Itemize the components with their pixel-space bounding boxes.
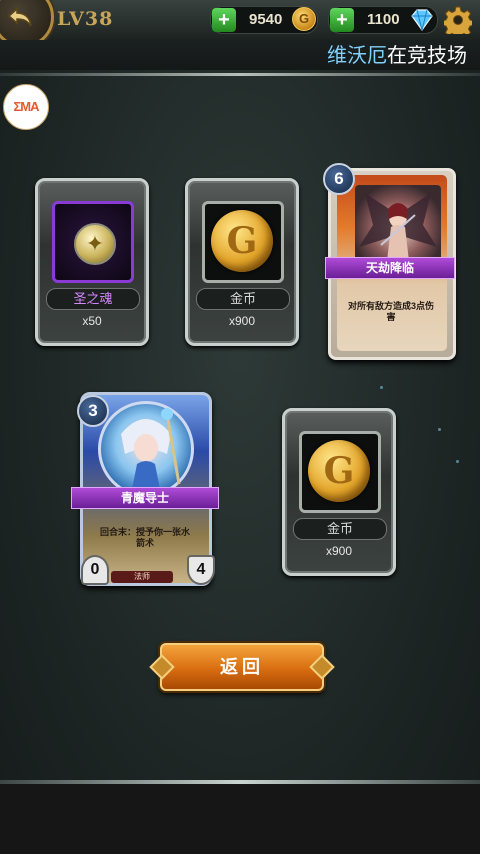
reward-icon-frame: ✦ bbox=[52, 201, 134, 283]
back-arrow-icon bbox=[7, 7, 32, 27]
reward-quantity: x900 bbox=[325, 544, 353, 558]
reward-icon-frame: G bbox=[299, 431, 381, 513]
minion-card-attack: 0 bbox=[81, 555, 109, 585]
sparkle bbox=[456, 460, 459, 463]
diamond-icon bbox=[411, 9, 433, 32]
spell-card-cost: 6 bbox=[323, 163, 355, 195]
coin-icon: G bbox=[292, 7, 316, 31]
add-gems-button[interactable]: + bbox=[330, 8, 354, 32]
holy-soul-icon: ✦ bbox=[74, 223, 116, 265]
marquee-text: 在竞技场 bbox=[387, 43, 467, 67]
blue-mage-art bbox=[121, 408, 181, 494]
minion-card-class: 法师 bbox=[111, 571, 173, 583]
reward-name: 圣之魂 bbox=[46, 288, 140, 310]
spell-card-art bbox=[355, 185, 441, 265]
announcement-marquee: 维沃厄在竞技场 bbox=[327, 39, 467, 68]
add-coins-button[interactable]: + bbox=[212, 8, 236, 32]
minion-card-description: 回合末：授予你一张水箭术 bbox=[99, 527, 190, 548]
gem-amount: 1100 bbox=[367, 11, 400, 28]
player-level: LV38 bbox=[57, 8, 114, 30]
header-divider bbox=[0, 73, 480, 76]
spell-card-name: 天劫降临 bbox=[325, 257, 455, 279]
reward-icon-frame: G bbox=[202, 201, 284, 283]
return-button[interactable]: 返回 bbox=[149, 643, 335, 691]
sparkle bbox=[438, 428, 441, 431]
background bbox=[0, 0, 480, 854]
minion-card-art bbox=[98, 401, 194, 497]
gold-coin-icon: G bbox=[308, 440, 370, 502]
avatar-logo[interactable]: ΣMA bbox=[3, 84, 49, 130]
bottom-bar bbox=[0, 784, 480, 854]
reward-card-holy-soul[interactable]: ✦ 圣之魂 x50 bbox=[35, 178, 149, 346]
minion-card[interactable]: 青魔导士 回合末：授予你一张水箭术 3 0 4 法师 bbox=[71, 392, 219, 586]
coin-amount: 9540 bbox=[249, 11, 283, 28]
reward-quantity: x900 bbox=[228, 314, 256, 328]
reward-name: 金币 bbox=[293, 518, 387, 540]
return-button-label: 返回 bbox=[220, 657, 264, 677]
reward-card-gold[interactable]: G 金币 x900 bbox=[185, 178, 299, 346]
gold-coin-icon: G bbox=[211, 210, 273, 272]
spell-card-description: 对所有敌方造成3点伤害 bbox=[347, 301, 434, 322]
reward-name: 金币 bbox=[196, 288, 290, 310]
minion-card-cost: 3 bbox=[77, 395, 109, 427]
marquee-player-name: 维沃厄 bbox=[327, 43, 387, 67]
reward-quantity: x50 bbox=[82, 314, 102, 328]
minion-card-health: 4 bbox=[187, 555, 215, 585]
gem-counter: + 1100 bbox=[328, 6, 438, 34]
coin-counter: + 9540 G bbox=[210, 6, 318, 34]
winged-demon-art bbox=[359, 193, 437, 261]
settings-gear-icon[interactable] bbox=[444, 6, 472, 34]
sparkle bbox=[380, 386, 383, 389]
minion-card-name: 青魔导士 bbox=[71, 487, 219, 509]
reward-card-gold-2[interactable]: G 金币 x900 bbox=[282, 408, 396, 576]
spell-card[interactable]: 天劫降临 对所有敌方造成3点伤害 6 bbox=[323, 163, 456, 360]
